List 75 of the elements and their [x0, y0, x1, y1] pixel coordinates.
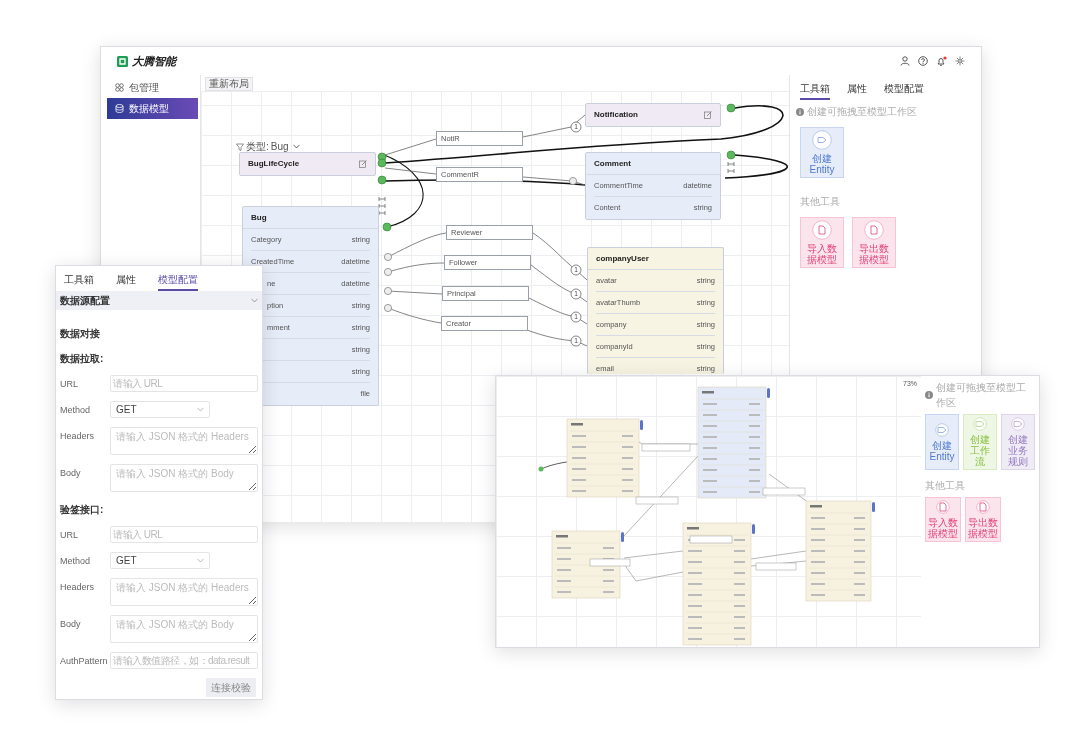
field-label: Method [60, 404, 92, 417]
panel-tab[interactable]: 工具箱 [800, 79, 830, 100]
method-select[interactable]: GET [110, 552, 210, 569]
link-icon[interactable] [727, 168, 735, 174]
entity-title: Bug [251, 211, 267, 224]
sidebar-item[interactable]: 数据模型 [107, 98, 198, 119]
field-label: URL [60, 529, 79, 542]
text-area[interactable]: 请输入 JSON 格式的 Headers [110, 578, 258, 606]
panel-tab[interactable]: 属性 [116, 270, 136, 291]
hint-text: 创建可拖拽至模型工作区 [936, 381, 1027, 410]
port-icon[interactable] [569, 177, 577, 185]
notification-bell-icon[interactable] [936, 55, 947, 67]
group-title: 数据拉取: [60, 352, 105, 366]
entity-node[interactable]: Notification [585, 103, 721, 127]
link-icon[interactable] [378, 203, 386, 209]
logo-icon [117, 55, 128, 67]
text-area[interactable]: 请输入 JSON 格式的 Body [110, 615, 258, 643]
file-icon [976, 500, 990, 514]
edit-icon[interactable] [704, 111, 712, 119]
tag-icon [1011, 417, 1025, 431]
input-field[interactable]: 请输入数值路径，如：data.result [110, 652, 258, 669]
file-icon [864, 220, 884, 240]
relayout-button[interactable]: 重新布局 [205, 77, 253, 91]
field-label: URL [60, 378, 79, 391]
settings-icon[interactable] [955, 56, 965, 66]
link-icon[interactable] [727, 161, 735, 167]
link-icon[interactable] [378, 210, 386, 216]
field-label: Headers [60, 430, 96, 443]
input-field[interactable]: 请输入 URL [110, 375, 258, 392]
file-icon [812, 220, 832, 240]
user-icon[interactable] [900, 56, 910, 66]
chevron-down-icon [197, 558, 204, 563]
tag-icon [973, 417, 987, 431]
section-header[interactable]: 数据源配置 [56, 291, 262, 310]
input-field[interactable]: 请输入 URL [110, 526, 258, 543]
entity-title: Comment [594, 157, 631, 170]
entity-title: companyUser [596, 252, 649, 265]
package-icon [115, 83, 124, 92]
sidebar-item[interactable]: 包管理 [107, 77, 198, 98]
help-icon[interactable] [918, 56, 928, 66]
text-area[interactable]: 请输入 JSON 格式的 Headers [110, 427, 258, 455]
filter-label: 类型: [246, 140, 269, 154]
tool-card[interactable]: 创建 Entity [925, 414, 959, 470]
hint-text: 创建可拖拽至模型工作区 [807, 105, 917, 119]
panel-tab[interactable]: 工具箱 [64, 270, 94, 291]
file-icon [936, 500, 950, 514]
method-select[interactable]: GET [110, 401, 210, 418]
filter-dropdown[interactable]: Bug [270, 139, 300, 154]
link-icon[interactable] [378, 196, 386, 202]
info-icon [796, 107, 804, 116]
chevron-down-icon [292, 144, 300, 149]
tool-card[interactable]: 创建 Entity [800, 127, 844, 178]
field-label: Headers [60, 581, 96, 594]
group-title: 验签接口: [60, 503, 105, 517]
field-label: Body [60, 618, 82, 631]
entity-title: Notification [594, 109, 638, 121]
field-label: Body [60, 467, 82, 480]
panel-tab[interactable]: 属性 [847, 79, 867, 100]
edit-icon[interactable] [359, 160, 367, 168]
database-icon [115, 104, 124, 113]
info-icon [925, 391, 933, 399]
panel-tab[interactable]: 模型配置 [884, 79, 924, 100]
section-label: 其他工具 [799, 195, 841, 209]
entity-node[interactable]: BugLifeCycle [239, 152, 376, 176]
field-label: AuthPattern [60, 655, 109, 668]
field-label: Method [60, 555, 92, 568]
tag-icon [812, 130, 832, 150]
section-label: 其他工具 [925, 479, 966, 493]
subtitle: 数据对接 [60, 327, 101, 341]
tag-icon [935, 422, 949, 437]
filter-icon [236, 142, 244, 151]
logo-text: 大腾智能 [132, 53, 176, 69]
text-area[interactable]: 请输入 JSON 格式的 Body [110, 464, 258, 492]
entity-title: BugLifeCycle [248, 158, 300, 170]
chevron-down-icon [197, 407, 204, 412]
